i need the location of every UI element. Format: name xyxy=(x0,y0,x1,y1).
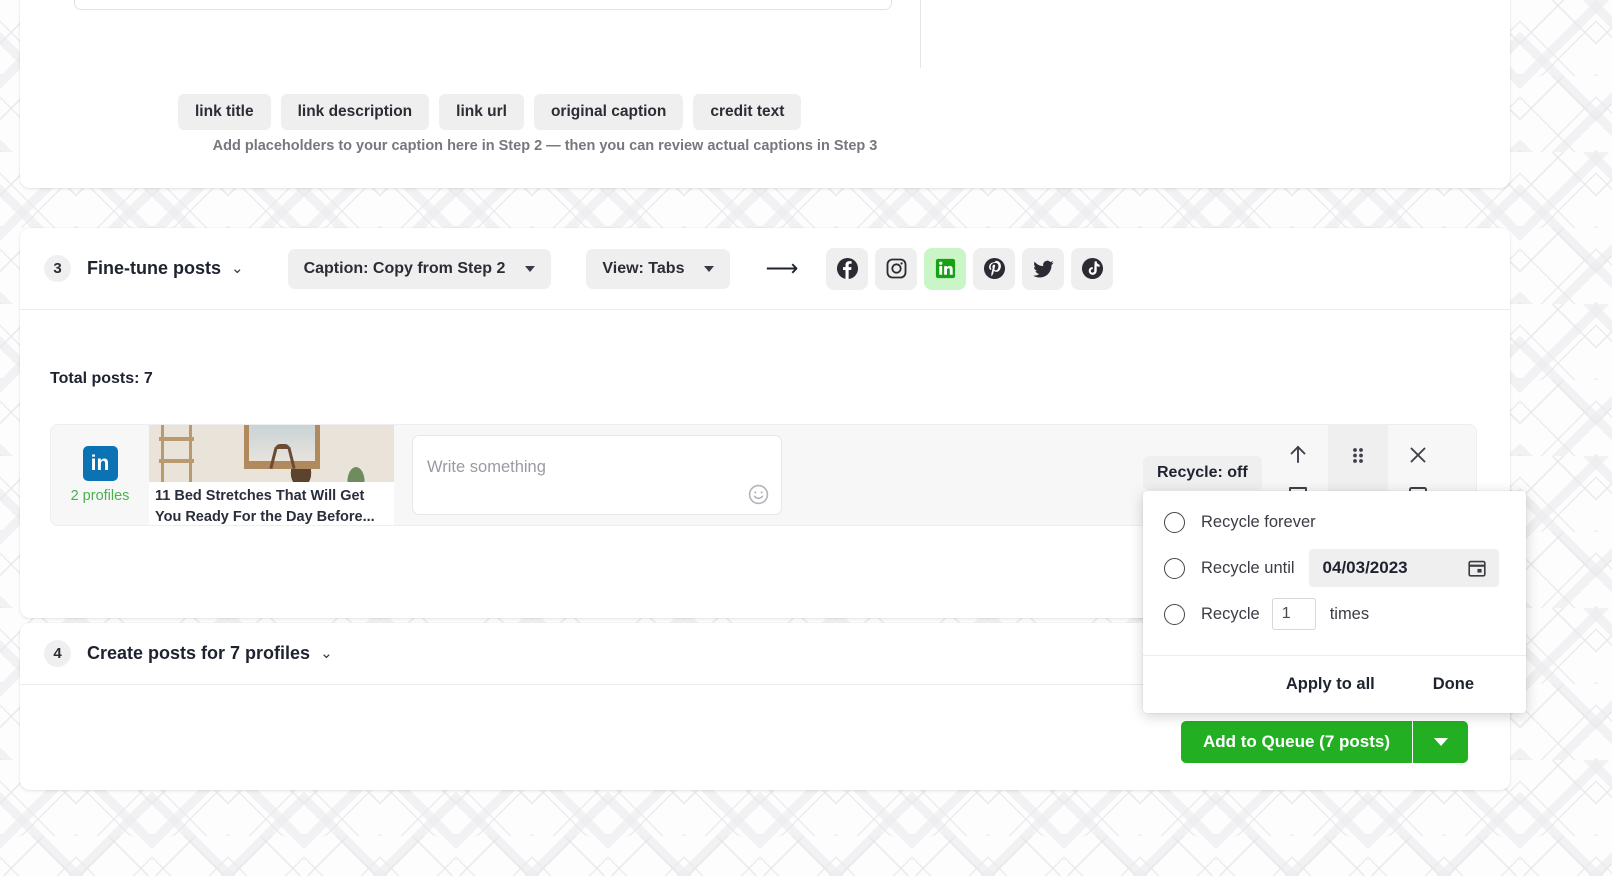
emoji-smiley-icon[interactable] xyxy=(859,0,881,2)
tab-linkedin[interactable] xyxy=(924,247,967,290)
arrow-right-icon: ⟶ xyxy=(765,255,798,281)
recycle-times-input[interactable] xyxy=(1271,598,1316,630)
post-thumbnail-cell[interactable]: 11 Bed Stretches That Will Get You Ready… xyxy=(149,425,394,525)
view-mode-dropdown[interactable]: View: Tabs xyxy=(586,248,731,289)
step-4-title: Create posts for 7 profiles xyxy=(87,643,311,663)
step-3-collapse-chevron-icon[interactable]: ⌄ xyxy=(231,261,244,276)
step-4-number: 4 xyxy=(44,640,71,667)
chevron-down-icon xyxy=(704,265,715,272)
placeholder-chips: link title link description link url ori… xyxy=(178,94,802,130)
recycle-until-radio[interactable] xyxy=(1164,557,1185,579)
recycle-forever-radio[interactable] xyxy=(1164,511,1185,533)
caption-source-dropdown[interactable]: Caption: Copy from Step 2 xyxy=(287,248,552,289)
linkedin-icon xyxy=(935,258,956,279)
tab-instagram[interactable] xyxy=(875,247,918,290)
twitter-icon xyxy=(1033,260,1054,278)
recycle-forever-label: Recycle forever xyxy=(1201,512,1316,531)
tiktok-icon xyxy=(1081,257,1103,280)
caption-textarea[interactable] xyxy=(74,0,892,10)
recycle-toggle-button[interactable]: Recycle: off xyxy=(1143,456,1262,490)
total-posts-label: Total posts: 7 xyxy=(50,370,153,387)
chip-link-url[interactable]: link url xyxy=(439,94,524,130)
post-caption-placeholder: Write something xyxy=(427,458,546,476)
calendar-icon[interactable] xyxy=(1466,557,1488,579)
post-thumbnail-title: 11 Bed Stretches That Will Get You Ready… xyxy=(155,488,375,525)
emoji-smiley-icon[interactable] xyxy=(747,483,770,506)
step-2-card: link title link description link url ori… xyxy=(20,0,1510,188)
add-to-queue-button[interactable]: Add to Queue (7 posts) xyxy=(1181,721,1412,763)
recycle-until-label: Recycle until xyxy=(1201,558,1295,577)
step-3-header: 3 Fine-tune posts ⌄ Caption: Copy from S… xyxy=(20,228,1510,310)
chip-credit-text[interactable]: credit text xyxy=(693,94,802,130)
recycle-times-radio[interactable] xyxy=(1164,603,1185,625)
chip-link-title[interactable]: link title xyxy=(178,94,271,130)
step-4-collapse-chevron-icon[interactable]: ⌄ xyxy=(320,646,333,661)
close-icon xyxy=(1410,447,1426,463)
post-caption-cell: Write something xyxy=(394,425,1216,525)
profiles-count-label: 2 profiles xyxy=(70,488,130,504)
add-to-queue-group: Add to Queue (7 posts) xyxy=(1181,721,1468,763)
post-thumbnail-image xyxy=(149,425,394,482)
view-mode-label: View: Tabs xyxy=(602,259,685,277)
pinterest-icon xyxy=(983,257,1005,280)
apply-to-all-button[interactable]: Apply to all xyxy=(1286,675,1375,694)
network-tabs xyxy=(826,247,1114,290)
recycle-popover: Recycle forever Recycle until 04/03/2023… xyxy=(1143,491,1526,713)
facebook-icon xyxy=(836,257,858,280)
post-profile-cell[interactable]: in 2 profiles xyxy=(51,425,149,525)
tab-pinterest[interactable] xyxy=(973,247,1016,290)
recycle-until-row[interactable]: Recycle until 04/03/2023 xyxy=(1143,545,1526,591)
instagram-icon xyxy=(886,258,907,279)
tab-facebook[interactable] xyxy=(826,247,869,290)
add-to-queue-options-button[interactable] xyxy=(1412,721,1468,763)
recycle-toggle-label: Recycle: off xyxy=(1157,464,1248,481)
recycle-forever-row[interactable]: Recycle forever xyxy=(1143,499,1526,545)
caret-down-icon xyxy=(1433,738,1448,746)
done-button[interactable]: Done xyxy=(1433,675,1474,694)
recycle-times-unit-label: times xyxy=(1329,604,1370,623)
chip-original-caption[interactable]: original caption xyxy=(533,94,684,130)
linkedin-logo-icon: in xyxy=(82,446,118,481)
app-page: link title link description link url ori… xyxy=(0,0,1612,876)
tab-tiktok[interactable] xyxy=(1071,247,1114,290)
chip-link-description[interactable]: link description xyxy=(280,94,430,130)
caption-source-label: Caption: Copy from Step 2 xyxy=(303,259,506,277)
step-3-number: 3 xyxy=(44,255,71,282)
placeholder-hint: Add placeholders to your caption here in… xyxy=(212,138,878,154)
chevron-down-icon xyxy=(525,265,536,272)
recycle-until-date-value: 04/03/2023 xyxy=(1322,558,1408,577)
step-3-card: 3 Fine-tune posts ⌄ Caption: Copy from S… xyxy=(20,228,1526,713)
recycle-until-date-field[interactable]: 04/03/2023 xyxy=(1308,549,1499,587)
panel-divider xyxy=(920,0,921,68)
step-3-title: Fine-tune posts xyxy=(87,258,221,278)
recycle-times-label: Recycle xyxy=(1201,604,1260,623)
tab-twitter[interactable] xyxy=(1022,247,1065,290)
recycle-times-row[interactable]: Recycle times xyxy=(1143,591,1526,637)
recycle-popover-footer: Apply to all Done xyxy=(1143,655,1526,713)
drag-handle-icon xyxy=(1353,448,1363,463)
upload-icon xyxy=(1290,445,1306,463)
post-caption-input[interactable]: Write something xyxy=(412,435,782,515)
